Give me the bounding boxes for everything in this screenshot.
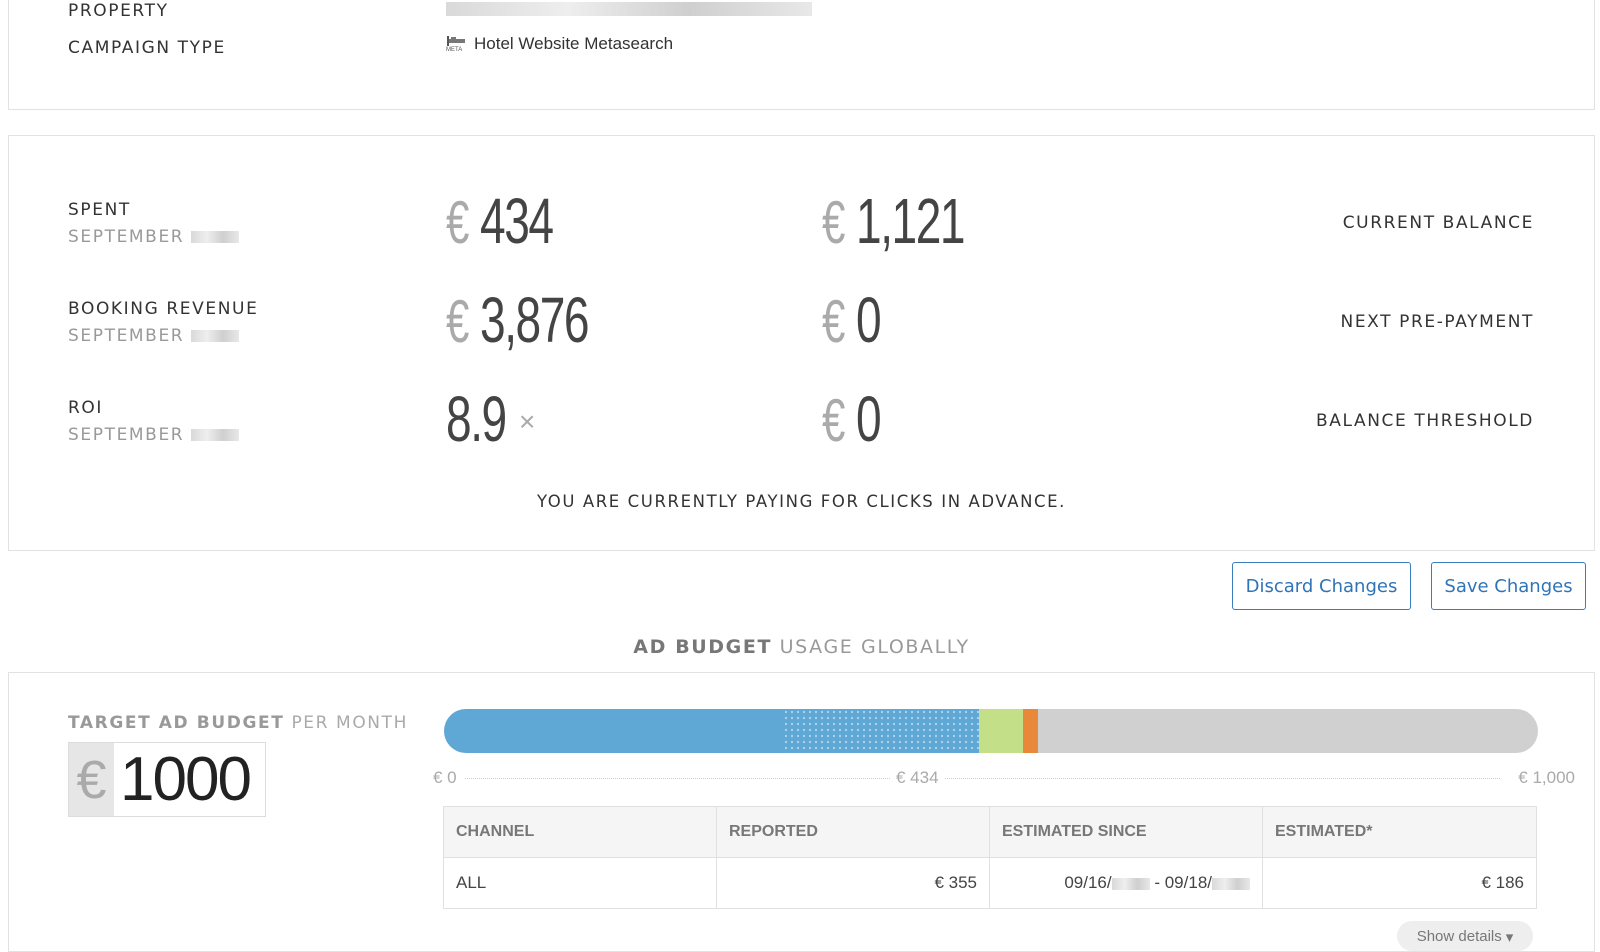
cell-estimated-since: 09/16/ - 09/18/	[989, 857, 1263, 909]
ad-budget-heading-light: USAGE GLOBALLY	[779, 636, 970, 658]
stats-panel: SPENT SEPTEMBER €434 €1,121 CURRENT BALA…	[8, 135, 1595, 551]
year-redacted	[191, 429, 240, 441]
advance-payment-notice: YOU ARE CURRENTLY PAYING FOR CLICKS IN A…	[536, 492, 1067, 511]
hotel-bed-icon: META	[446, 34, 466, 54]
table-row: ALL € 355 09/16/ - 09/18/ € 186	[443, 857, 1537, 909]
cell-reported: € 355	[716, 857, 990, 909]
spent-currency: €	[446, 189, 470, 256]
bar-segment-reported	[444, 709, 784, 753]
show-details-button[interactable]: Show details ▾	[1397, 921, 1533, 951]
year-redacted	[1212, 877, 1250, 890]
scale-line	[465, 778, 1500, 779]
save-changes-button[interactable]: Save Changes	[1431, 562, 1586, 610]
bar-segment-estimated	[783, 709, 979, 753]
spent-value: 434	[480, 185, 554, 257]
revenue-currency: €	[446, 288, 470, 355]
threshold-currency: €	[822, 387, 846, 454]
roi-unit: ×	[518, 406, 536, 437]
target-budget-input-group[interactable]: € 1000	[68, 742, 266, 817]
spent-label: SPENT	[68, 200, 131, 220]
cell-channel: ALL	[443, 857, 717, 909]
target-budget-currency: €	[69, 743, 114, 816]
target-budget-input[interactable]: 1000	[114, 743, 265, 816]
revenue-label: BOOKING REVENUE	[68, 299, 259, 319]
threshold-amount: €0	[822, 382, 890, 456]
ad-budget-heading: AD BUDGET USAGE GLOBALLY	[0, 636, 1600, 658]
col-channel: CHANNEL	[443, 806, 717, 858]
budget-usage-bar	[444, 709, 1538, 753]
revenue-period: SEPTEMBER	[68, 326, 240, 346]
bar-segment-green	[978, 709, 1023, 753]
prepayment-amount: €0	[822, 283, 890, 357]
revenue-amount: €3,876	[446, 283, 630, 357]
show-details-label: Show details	[1416, 928, 1502, 945]
year-redacted	[1111, 877, 1150, 890]
balance-value: 1,121	[856, 185, 966, 257]
balance-threshold-label: BALANCE THRESHOLD	[1316, 411, 1534, 431]
cell-estimated: € 186	[1262, 857, 1537, 909]
balance-amount: €1,121	[822, 184, 1006, 258]
property-value-redacted	[446, 2, 812, 16]
next-prepayment-label: NEXT PRE-PAYMENT	[1340, 312, 1534, 332]
info-panel: PROPERTY CAMPAIGN TYPE META Hotel Websit…	[8, 0, 1595, 110]
campaign-type-label: CAMPAIGN TYPE	[68, 38, 226, 58]
scale-min: € 0	[433, 768, 461, 788]
property-label: PROPERTY	[68, 1, 169, 21]
ad-budget-heading-bold: AD BUDGET	[633, 636, 773, 658]
campaign-type-text: Hotel Website Metasearch	[474, 34, 674, 53]
scale-mid: € 434	[890, 768, 945, 788]
col-reported: REPORTED	[716, 806, 990, 858]
roi-value: 8.9	[446, 383, 507, 455]
threshold-value: 0	[856, 383, 882, 455]
balance-currency: €	[822, 189, 846, 256]
roi-label: ROI	[68, 398, 104, 418]
year-redacted	[191, 330, 240, 342]
spent-amount: €434	[446, 184, 581, 258]
col-estimated: ESTIMATED*	[1262, 806, 1537, 858]
revenue-value: 3,876	[480, 284, 590, 356]
channel-table: CHANNEL REPORTED ESTIMATED SINCE ESTIMAT…	[443, 806, 1537, 909]
roi-amount: 8.9 ×	[446, 382, 535, 456]
bar-segment-remaining	[1038, 709, 1538, 753]
scale-max: € 1,000	[1514, 768, 1575, 788]
bar-segment-orange	[1022, 709, 1038, 753]
roi-period: SEPTEMBER	[68, 425, 240, 445]
current-balance-label: CURRENT BALANCE	[1342, 213, 1534, 233]
spent-period: SEPTEMBER	[68, 227, 240, 247]
budget-scale: € 0 € 434 € 1,000	[433, 768, 1575, 788]
discard-changes-button[interactable]: Discard Changes	[1232, 562, 1411, 610]
prepayment-value: 0	[856, 284, 882, 356]
target-budget-label: TARGET AD BUDGET PER MONTH	[68, 713, 408, 733]
chevron-down-icon: ▾	[1505, 929, 1514, 946]
col-estimated-since: ESTIMATED SINCE	[989, 806, 1263, 858]
prepayment-currency: €	[822, 288, 846, 355]
table-header-row: CHANNEL REPORTED ESTIMATED SINCE ESTIMAT…	[443, 806, 1537, 858]
campaign-type-value: META Hotel Website Metasearch	[446, 34, 673, 54]
meta-icon-text: META	[446, 47, 463, 53]
year-redacted	[191, 231, 240, 243]
